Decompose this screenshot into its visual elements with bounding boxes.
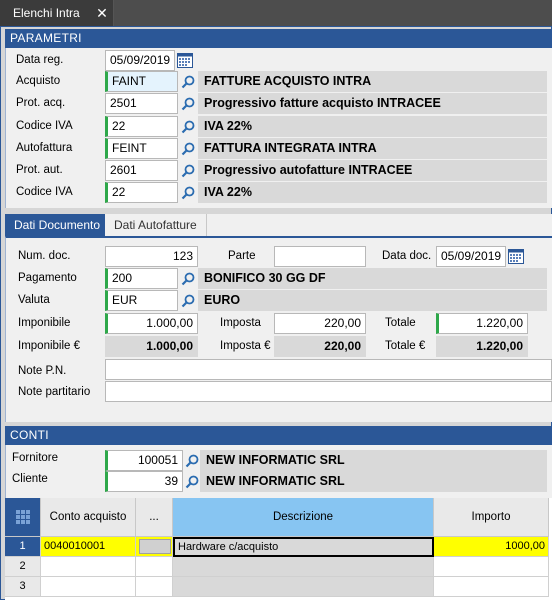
label-num-doc: Num. doc.	[18, 250, 71, 262]
col-header-importo[interactable]: Importo	[434, 498, 549, 537]
data-doc-field[interactable]: 05/09/2019	[436, 246, 506, 267]
tab-title: Elenchi Intra	[13, 6, 80, 20]
prot-aut-description: Progressivo autofatture INTRACEE	[198, 160, 547, 181]
imponibile-field[interactable]: 1.000,00	[105, 313, 198, 334]
label-autofattura: Autofattura	[16, 142, 73, 154]
cell-importo[interactable]: 1000,00	[434, 537, 549, 557]
search-icon[interactable]	[179, 72, 197, 91]
calendar-icon[interactable]	[176, 51, 194, 70]
totale-field[interactable]: 1.220,00	[436, 313, 528, 334]
parte-field[interactable]	[274, 246, 366, 267]
cell-importo[interactable]	[434, 557, 549, 577]
row-number[interactable]: 1	[5, 537, 41, 557]
section-header-parametri: PARAMETRI	[5, 29, 552, 48]
note-pn-field[interactable]	[105, 359, 552, 380]
search-icon[interactable]	[179, 117, 197, 136]
search-icon[interactable]	[179, 269, 197, 288]
valuta-description: EURO	[198, 290, 547, 311]
label-acquisto: Acquisto	[16, 75, 61, 87]
cell-ellipsis[interactable]	[136, 577, 173, 597]
row-number[interactable]: 2	[5, 557, 41, 577]
close-icon[interactable]: ✕	[94, 0, 110, 26]
search-icon[interactable]	[179, 139, 197, 158]
lookup-button[interactable]	[139, 539, 171, 554]
fornitore-code-field[interactable]: 100051	[105, 450, 183, 471]
note-partitario-field[interactable]	[105, 381, 552, 402]
label-prot-acq: Prot. acq.	[16, 97, 66, 109]
cell-descrizione[interactable]	[173, 557, 434, 577]
cliente-description: NEW INFORMATIC SRL	[200, 471, 547, 492]
pagamento-code-field[interactable]: 200	[105, 268, 178, 289]
label-totale: Totale	[385, 317, 416, 329]
search-icon[interactable]	[183, 472, 201, 491]
label-data-reg: Data reg.	[16, 54, 64, 66]
label-pagamento: Pagamento	[18, 272, 77, 284]
acquisto-code-field[interactable]: FAINT	[105, 71, 178, 92]
search-icon[interactable]	[179, 161, 197, 180]
cell-descrizione[interactable]: Hardware c/acquisto	[173, 537, 434, 557]
label-parte: Parte	[228, 250, 256, 262]
imposta-field[interactable]: 220,00	[274, 313, 366, 334]
label-imponibile-eur: Imponibile €	[18, 340, 81, 352]
tab-dati-documento[interactable]: Dati Documento	[5, 214, 110, 236]
codice-iva-code-field[interactable]: 22	[105, 116, 178, 137]
cell-conto-acquisto[interactable]: 0040010001	[41, 537, 136, 557]
grid-corner	[5, 498, 41, 537]
label-valuta: Valuta	[18, 294, 50, 306]
cliente-code-field[interactable]: 39	[105, 471, 183, 492]
col-header-ellipsis[interactable]: ...	[136, 498, 173, 537]
label-imponibile: Imponibile	[18, 317, 71, 329]
tab-dati-autofatture[interactable]: Dati Autofatture	[105, 214, 207, 236]
imposta-eur-value: 220,00	[274, 336, 366, 357]
label-note-pn: Note P.N.	[18, 365, 67, 377]
cell-conto-acquisto[interactable]	[41, 577, 136, 597]
label-prot-aut: Prot. aut.	[16, 164, 63, 176]
label-fornitore: Fornitore	[12, 452, 59, 464]
label-totale-eur: Totale €	[385, 340, 426, 352]
section-header-conti: CONTI	[5, 426, 552, 445]
label-cliente: Cliente	[12, 473, 48, 485]
imponibile-eur-value: 1.000,00	[105, 336, 198, 357]
fornitore-description: NEW INFORMATIC SRL	[200, 450, 547, 471]
prot-acq-description: Progressivo fatture acquisto INTRACEE	[198, 93, 547, 114]
totale-eur-value: 1.220,00	[436, 336, 528, 357]
cell-ellipsis[interactable]	[136, 557, 173, 577]
label-codice-iva-aut: Codice IVA	[16, 186, 73, 198]
acquisto-description: FATTURE ACQUISTO INTRA	[198, 71, 547, 92]
prot-acq-code-field[interactable]: 2501	[105, 93, 178, 114]
label-note-partitario: Note partitario	[18, 386, 91, 398]
data-reg-field[interactable]: 05/09/2019	[105, 50, 175, 71]
label-imposta-eur: Imposta €	[220, 340, 271, 352]
search-icon[interactable]	[183, 451, 201, 470]
cell-ellipsis[interactable]	[136, 537, 173, 557]
cell-descrizione[interactable]	[173, 577, 434, 597]
valuta-code-field[interactable]: EUR	[105, 290, 178, 311]
cell-conto-acquisto[interactable]	[41, 557, 136, 577]
autofattura-code-field[interactable]: FEINT	[105, 138, 178, 159]
cell-importo[interactable]	[434, 577, 549, 597]
conti-grid: Conto acquisto ... Descrizione Importo 1…	[5, 498, 552, 600]
window-tabbar: Elenchi Intra ✕	[0, 0, 552, 26]
prot-aut-code-field[interactable]: 2601	[105, 160, 178, 181]
codice-iva-description: IVA 22%	[198, 116, 547, 137]
label-codice-iva: Codice IVA	[16, 120, 73, 132]
codice-iva-aut-code-field[interactable]: 22	[105, 182, 178, 203]
row-number[interactable]: 3	[5, 577, 41, 597]
col-header-descrizione[interactable]: Descrizione	[173, 498, 434, 537]
search-icon[interactable]	[179, 94, 197, 113]
autofattura-description: FATTURA INTEGRATA INTRA	[198, 138, 547, 159]
document-tabs: Dati Documento Dati Autofatture	[5, 214, 552, 236]
pagamento-description: BONIFICO 30 GG DF	[198, 268, 547, 289]
search-icon[interactable]	[179, 183, 197, 202]
label-imposta: Imposta	[220, 317, 261, 329]
col-header-conto-acquisto[interactable]: Conto acquisto	[41, 498, 136, 537]
search-icon[interactable]	[179, 291, 197, 310]
calendar-icon[interactable]	[507, 247, 525, 266]
codice-iva-aut-description: IVA 22%	[198, 182, 547, 203]
label-data-doc: Data doc.	[382, 250, 432, 262]
num-doc-field[interactable]: 123	[105, 246, 198, 267]
